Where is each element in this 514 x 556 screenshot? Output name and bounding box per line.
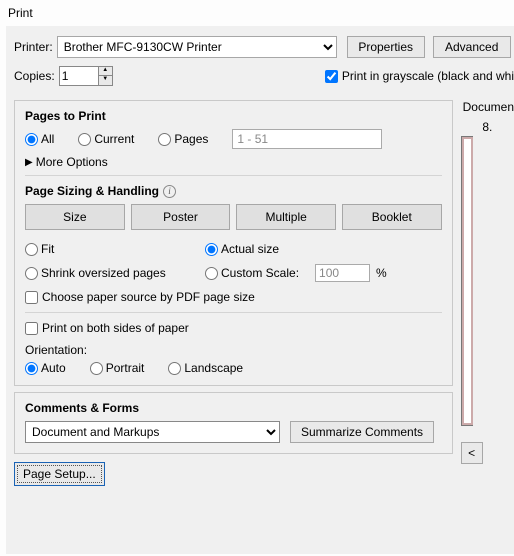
multiple-tab-button[interactable]: Multiple (236, 204, 336, 230)
grayscale-checkbox-box[interactable] (325, 70, 338, 83)
percent-label: % (376, 266, 387, 280)
fit-radio[interactable]: Fit (25, 242, 205, 256)
poster-tab-button[interactable]: Poster (131, 204, 231, 230)
actual-size-radio[interactable]: Actual size (205, 242, 279, 256)
copies-label: Copies: (14, 69, 55, 83)
advanced-button[interactable]: Advanced (433, 36, 511, 58)
pages-current-radio[interactable]: Current (78, 132, 134, 146)
copies-input[interactable] (59, 66, 99, 86)
pages-range-radio[interactable]: Pages (158, 132, 208, 146)
copies-up-button[interactable]: ▲ (98, 66, 113, 76)
pages-all-radio[interactable]: All (25, 132, 54, 146)
both-sides-checkbox[interactable]: Print on both sides of paper (25, 321, 442, 335)
pages-to-print-title: Pages to Print (25, 109, 442, 123)
triangle-right-icon: ▶ (25, 157, 33, 168)
preview-prev-button[interactable]: < (461, 442, 483, 464)
printer-label: Printer: (14, 40, 53, 54)
dialog-title: Print (6, 4, 514, 26)
custom-scale-input[interactable] (315, 264, 370, 282)
more-options-toggle[interactable]: ▶ More Options (25, 155, 442, 169)
comments-forms-select[interactable]: Document and Markups (25, 421, 280, 443)
choose-paper-checkbox[interactable]: Choose paper source by PDF page size (25, 290, 442, 304)
grayscale-checkbox[interactable]: Print in grayscale (black and whi (325, 69, 514, 83)
sizing-title: Page Sizing & Handling (25, 184, 159, 198)
shrink-radio[interactable]: Shrink oversized pages (25, 266, 205, 280)
comments-forms-title: Comments & Forms (25, 401, 442, 415)
printer-select[interactable]: Brother MFC-9130CW Printer (57, 36, 337, 58)
pages-range-input[interactable] (232, 129, 382, 149)
orientation-landscape-radio[interactable]: Landscape (168, 361, 243, 375)
orientation-auto-radio[interactable]: Auto (25, 361, 66, 375)
orientation-label: Orientation: (25, 343, 442, 357)
size-tab-button[interactable]: Size (25, 204, 125, 230)
booklet-tab-button[interactable]: Booklet (342, 204, 442, 230)
grayscale-label: Print in grayscale (black and whi (342, 69, 514, 83)
page-preview (461, 136, 473, 426)
info-icon[interactable]: i (163, 185, 176, 198)
page-setup-button[interactable]: Page Setup... (14, 462, 105, 486)
copies-down-button[interactable]: ▼ (98, 76, 113, 86)
orientation-portrait-radio[interactable]: Portrait (90, 361, 145, 375)
summarize-comments-button[interactable]: Summarize Comments (290, 421, 434, 443)
preview-dimension: 8. (461, 120, 514, 134)
custom-scale-radio[interactable]: Custom Scale: (205, 266, 299, 280)
properties-button[interactable]: Properties (347, 36, 425, 58)
preview-section-label: Documen (461, 100, 514, 114)
